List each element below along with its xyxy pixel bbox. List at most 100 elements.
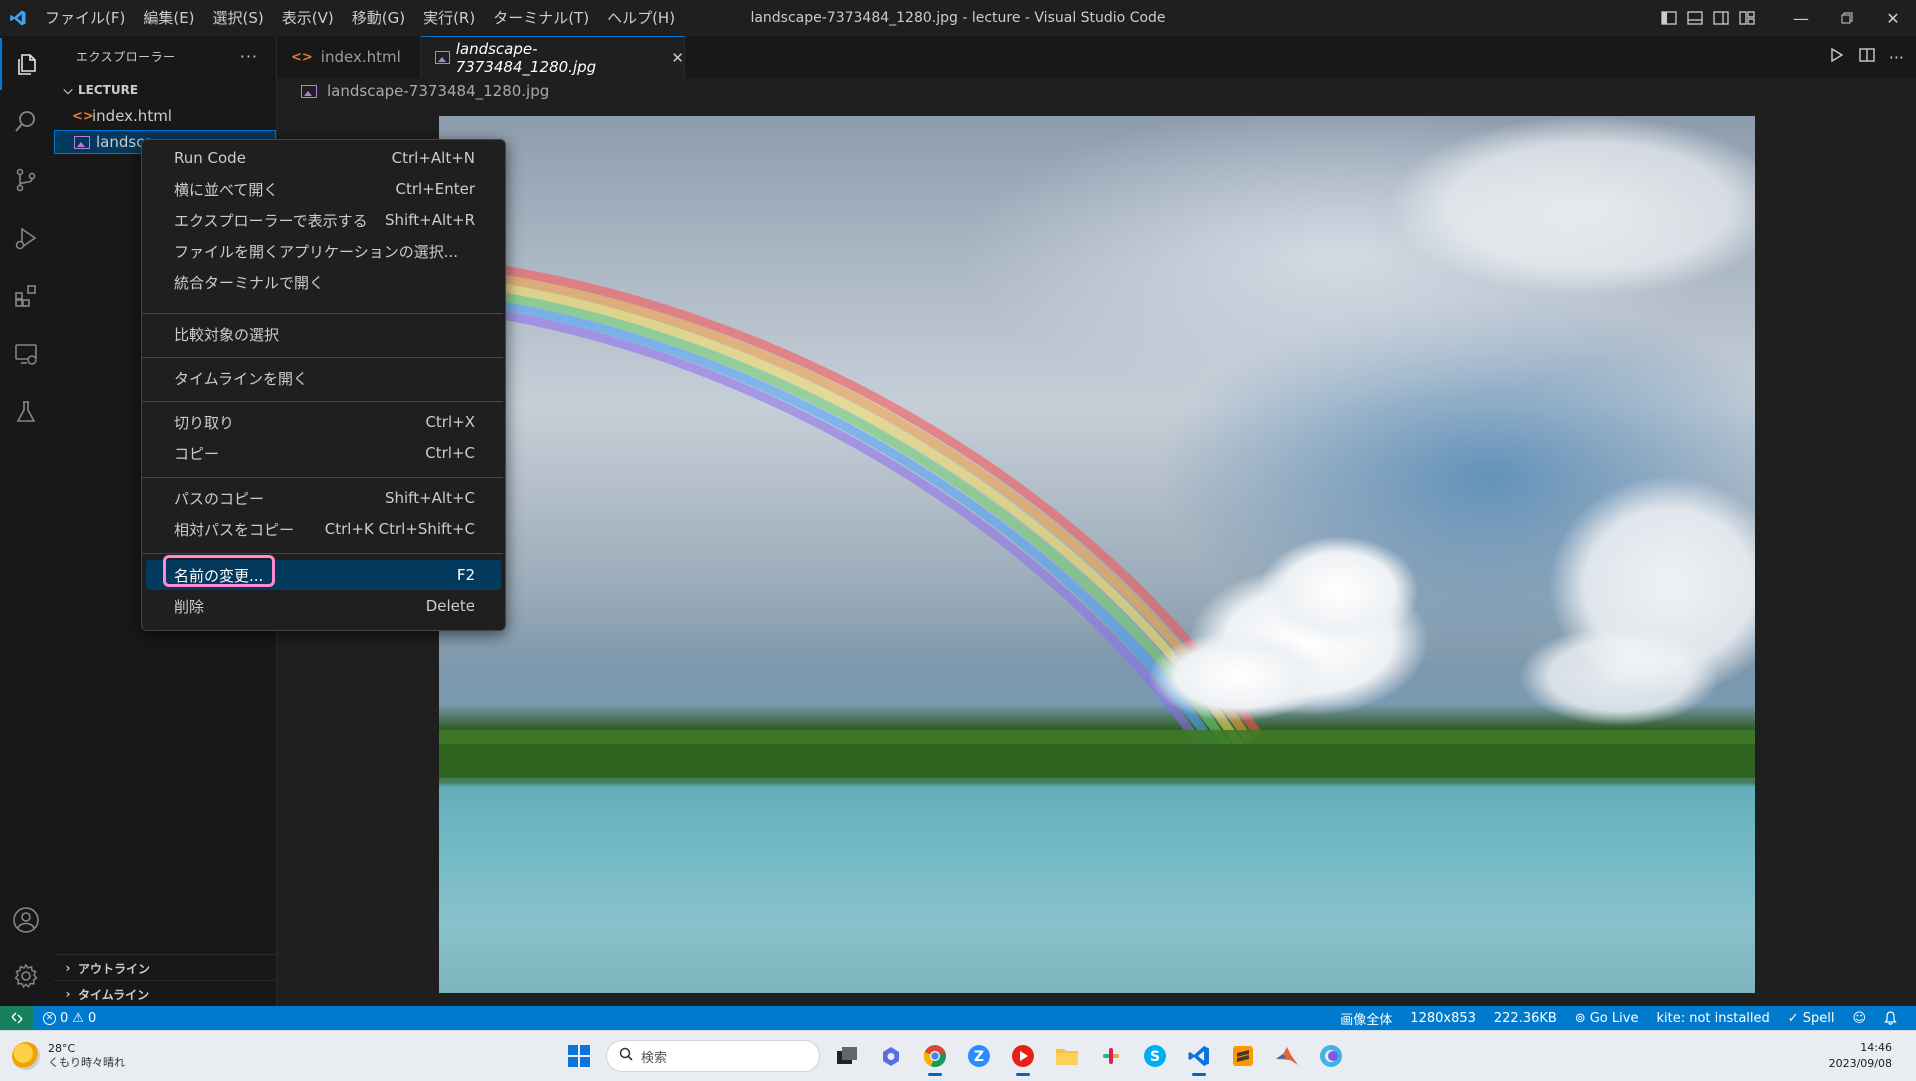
menu-item-cut[interactable]: 切り取り Ctrl+X	[146, 408, 501, 436]
feedback-icon[interactable]: ☺	[1843, 1011, 1875, 1026]
tab-index-html[interactable]: <> index.html	[277, 36, 421, 78]
menu-go[interactable]: 移動(G)	[343, 0, 414, 36]
menu-item-shortcut: Ctrl+K Ctrl+Shift+C	[324, 520, 475, 538]
menu-item-select-for-compare[interactable]: 比較対象の選択	[146, 320, 501, 348]
notifications-bell-icon[interactable]	[1875, 1011, 1906, 1025]
remote-explorer-icon[interactable]	[0, 328, 52, 380]
html-file-icon: <>	[72, 108, 94, 124]
restore-icon[interactable]	[1824, 0, 1870, 36]
go-live-button[interactable]: ⊚ Go Live	[1566, 1011, 1648, 1026]
file-explorer-icon[interactable]	[1050, 1039, 1084, 1073]
title-bar: ファイル(F) 編集(E) 選択(S) 表示(V) 移動(G) 実行(R) ター…	[0, 0, 1916, 36]
chrome-icon[interactable]	[918, 1039, 952, 1076]
clock-time: 14:46	[1860, 1041, 1892, 1054]
run-debug-icon[interactable]	[0, 212, 52, 264]
breadcrumb-file[interactable]: landscape-7373484_1280.jpg	[327, 82, 549, 100]
youtube-recorder-icon[interactable]	[1006, 1039, 1040, 1076]
warning-count: 0	[87, 1010, 97, 1026]
slack-icon[interactable]	[1094, 1039, 1128, 1073]
menu-item-label: 切り取り	[174, 413, 235, 432]
svg-text:Z: Z	[974, 1049, 984, 1065]
vscode-taskbar-icon[interactable]	[1182, 1039, 1216, 1076]
menu-item-shortcut: Shift+Alt+R	[385, 211, 475, 229]
tab-landscape-jpg[interactable]: landscape-7373484_1280.jpg ✕	[421, 36, 685, 78]
broadcast-icon: ⊚	[1574, 1010, 1586, 1026]
kite-status[interactable]: kite: not installed	[1647, 1011, 1778, 1026]
matlab-icon[interactable]	[1270, 1039, 1304, 1073]
menu-item-shortcut: F2	[456, 566, 475, 584]
menu-help[interactable]: ヘルプ(H)	[598, 0, 684, 36]
timeline-section[interactable]: › タイムライン	[54, 980, 276, 1007]
chevron-right-icon: ›	[65, 987, 71, 1001]
menu-item-copy-relative-path[interactable]: 相対パスをコピー Ctrl+K Ctrl+Shift+C	[146, 515, 501, 543]
task-view-icon[interactable]	[830, 1039, 864, 1073]
more-actions-icon[interactable]: ···	[240, 47, 276, 66]
menu-item-run-code[interactable]: Run Code Ctrl+Alt+N	[146, 144, 501, 172]
run-icon[interactable]	[1829, 47, 1845, 67]
landscape-rainbow-image	[439, 116, 1755, 993]
customize-layout-icon[interactable]	[1736, 0, 1758, 36]
weather-description: くもり時々晴れ	[48, 1056, 125, 1069]
menu-item-copy-path[interactable]: パスのコピー Shift+Alt+C	[146, 484, 501, 512]
weather-widget[interactable]: 28°C くもり時々晴れ	[12, 1031, 125, 1081]
context-menu: Run Code Ctrl+Alt+N 横に並べて開く Ctrl+Enter エ…	[141, 139, 506, 631]
menu-item-label: ファイルを開くアプリケーションの選択...	[174, 242, 459, 261]
taskbar-search[interactable]: 検索	[606, 1040, 820, 1072]
spell-button[interactable]: ✓ Spell	[1779, 1011, 1844, 1026]
zoom-icon[interactable]: Z	[962, 1039, 996, 1073]
toggle-primary-sidebar-icon[interactable]	[1658, 0, 1680, 36]
outline-section[interactable]: › アウトライン	[54, 954, 276, 981]
windows-start-icon[interactable]	[562, 1039, 596, 1073]
system-clock[interactable]: 14:46 2023/09/08	[1829, 1040, 1892, 1072]
menu-item-open-with[interactable]: ファイルを開くアプリケーションの選択...	[146, 237, 501, 265]
search-icon[interactable]	[0, 96, 52, 148]
menu-terminal[interactable]: ターミナル(T)	[484, 0, 598, 36]
menu-item-label: コピー	[174, 444, 220, 463]
menu-item-copy[interactable]: コピー Ctrl+C	[146, 439, 501, 467]
menu-item-open-timeline[interactable]: タイムラインを開く	[146, 364, 501, 392]
image-zoom[interactable]: 画像全体	[1331, 1009, 1401, 1028]
more-actions-icon[interactable]: ···	[1889, 48, 1904, 67]
menu-item-rename[interactable]: 名前の変更... F2	[146, 555, 501, 590]
editor-tab-bar: <> index.html landscape-7373484_1280.jpg…	[277, 36, 1916, 78]
menu-view[interactable]: 表示(V)	[273, 0, 343, 36]
testing-icon[interactable]	[0, 386, 52, 438]
close-window-icon[interactable]: ✕	[1870, 0, 1916, 36]
accounts-icon[interactable]	[0, 894, 52, 946]
menu-run[interactable]: 実行(R)	[414, 0, 484, 36]
remote-indicator-icon[interactable]	[0, 1006, 34, 1030]
explorer-icon[interactable]	[0, 38, 52, 90]
menu-edit[interactable]: 編集(E)	[134, 0, 203, 36]
menu-item-shortcut: Shift+Alt+C	[384, 489, 475, 507]
svg-text:S: S	[1150, 1049, 1160, 1065]
menu-file[interactable]: ファイル(F)	[36, 0, 134, 36]
tab-label: index.html	[320, 48, 401, 66]
close-tab-icon[interactable]: ✕	[671, 49, 684, 67]
menu-item-open-in-terminal[interactable]: 統合ターミナルで開く	[146, 268, 501, 296]
source-control-icon[interactable]	[0, 154, 52, 206]
skype-icon[interactable]: S	[1138, 1039, 1172, 1073]
problems-indicator[interactable]: ✕ 0 ⚠ 0	[34, 1011, 105, 1026]
weather-temperature: 28°C	[48, 1042, 76, 1055]
search-placeholder: 検索	[641, 1050, 668, 1066]
menu-item-open-to-side[interactable]: 横に並べて開く Ctrl+Enter	[146, 175, 501, 203]
toggle-panel-icon[interactable]	[1684, 0, 1706, 36]
clock-date: 2023/09/08	[1828, 1057, 1892, 1070]
extensions-icon[interactable]	[0, 270, 52, 322]
folder-header[interactable]: ⌵ LECTURE	[54, 78, 276, 102]
toggle-secondary-sidebar-icon[interactable]	[1710, 0, 1732, 36]
sublime-text-icon[interactable]	[1226, 1039, 1260, 1073]
chevron-down-icon: ⌵	[63, 82, 73, 97]
settings-gear-icon[interactable]	[0, 950, 52, 1002]
copilot-alt-icon[interactable]	[1314, 1039, 1348, 1073]
copilot-icon[interactable]	[874, 1039, 908, 1073]
split-editor-icon[interactable]	[1859, 47, 1875, 67]
file-item-index-html[interactable]: <> index.html	[54, 104, 276, 128]
breadcrumb: landscape-7373484_1280.jpg	[277, 78, 1916, 104]
search-icon	[619, 1047, 633, 1065]
menu-selection[interactable]: 選択(S)	[204, 0, 273, 36]
menu-item-reveal-in-explorer[interactable]: エクスプローラーで表示する Shift+Alt+R	[146, 206, 501, 234]
minimize-icon[interactable]: —	[1778, 0, 1824, 36]
menu-item-delete[interactable]: 削除 Delete	[146, 592, 501, 620]
title-controls: — ✕	[1658, 0, 1916, 36]
